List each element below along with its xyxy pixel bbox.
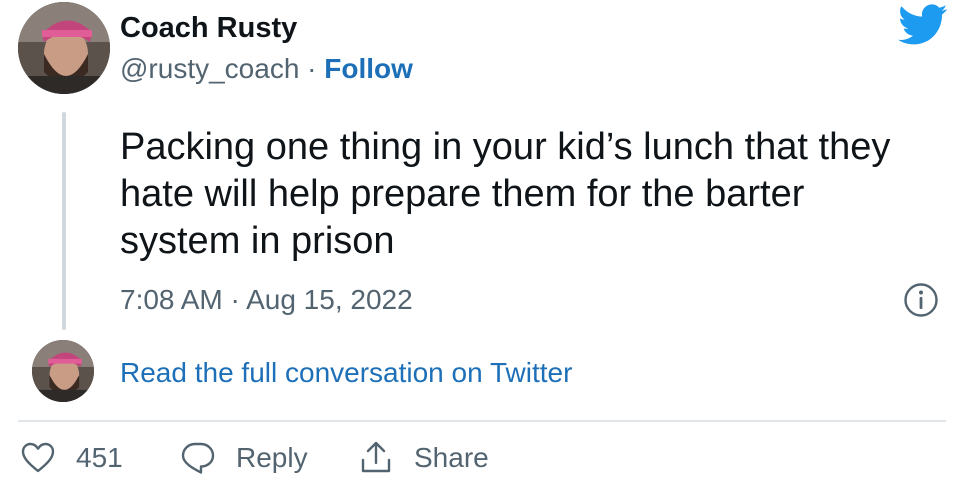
like-button[interactable]: 451 xyxy=(20,440,123,476)
heart-icon xyxy=(21,442,55,473)
reply-button[interactable]: Reply xyxy=(180,440,308,476)
share-button[interactable]: Share xyxy=(358,440,489,476)
share-arrow-icon xyxy=(361,441,391,473)
info-icon[interactable] xyxy=(903,282,939,318)
reply-label: Reply xyxy=(236,442,308,473)
divider xyxy=(18,420,946,422)
tweet-timestamp[interactable]: 7:08 AM · Aug 15, 2022 xyxy=(120,284,413,316)
avatar-photo-small xyxy=(32,340,94,402)
tweet-embed-card: Coach Rusty @rusty_coach · Follow Packin… xyxy=(0,0,968,482)
author-name[interactable]: Coach Rusty xyxy=(120,12,297,45)
avatar-photo xyxy=(18,2,110,94)
like-count: 451 xyxy=(76,442,123,473)
author-handle-line: @rusty_coach · Follow xyxy=(120,53,413,85)
speech-bubble-icon xyxy=(181,442,215,474)
share-label: Share xyxy=(414,442,489,473)
follow-link[interactable]: Follow xyxy=(324,53,413,84)
read-full-conversation-link[interactable]: Read the full conversation on Twitter xyxy=(120,357,572,389)
author-handle[interactable]: @rusty_coach xyxy=(120,53,299,84)
separator-dot: · xyxy=(299,53,325,84)
conversation-avatar[interactable] xyxy=(32,340,94,402)
tweet-text: Packing one thing in your kid’s lunch th… xyxy=(120,126,891,262)
author-avatar[interactable] xyxy=(18,2,110,94)
twitter-bird-icon[interactable] xyxy=(898,4,948,46)
thread-line xyxy=(62,112,66,330)
